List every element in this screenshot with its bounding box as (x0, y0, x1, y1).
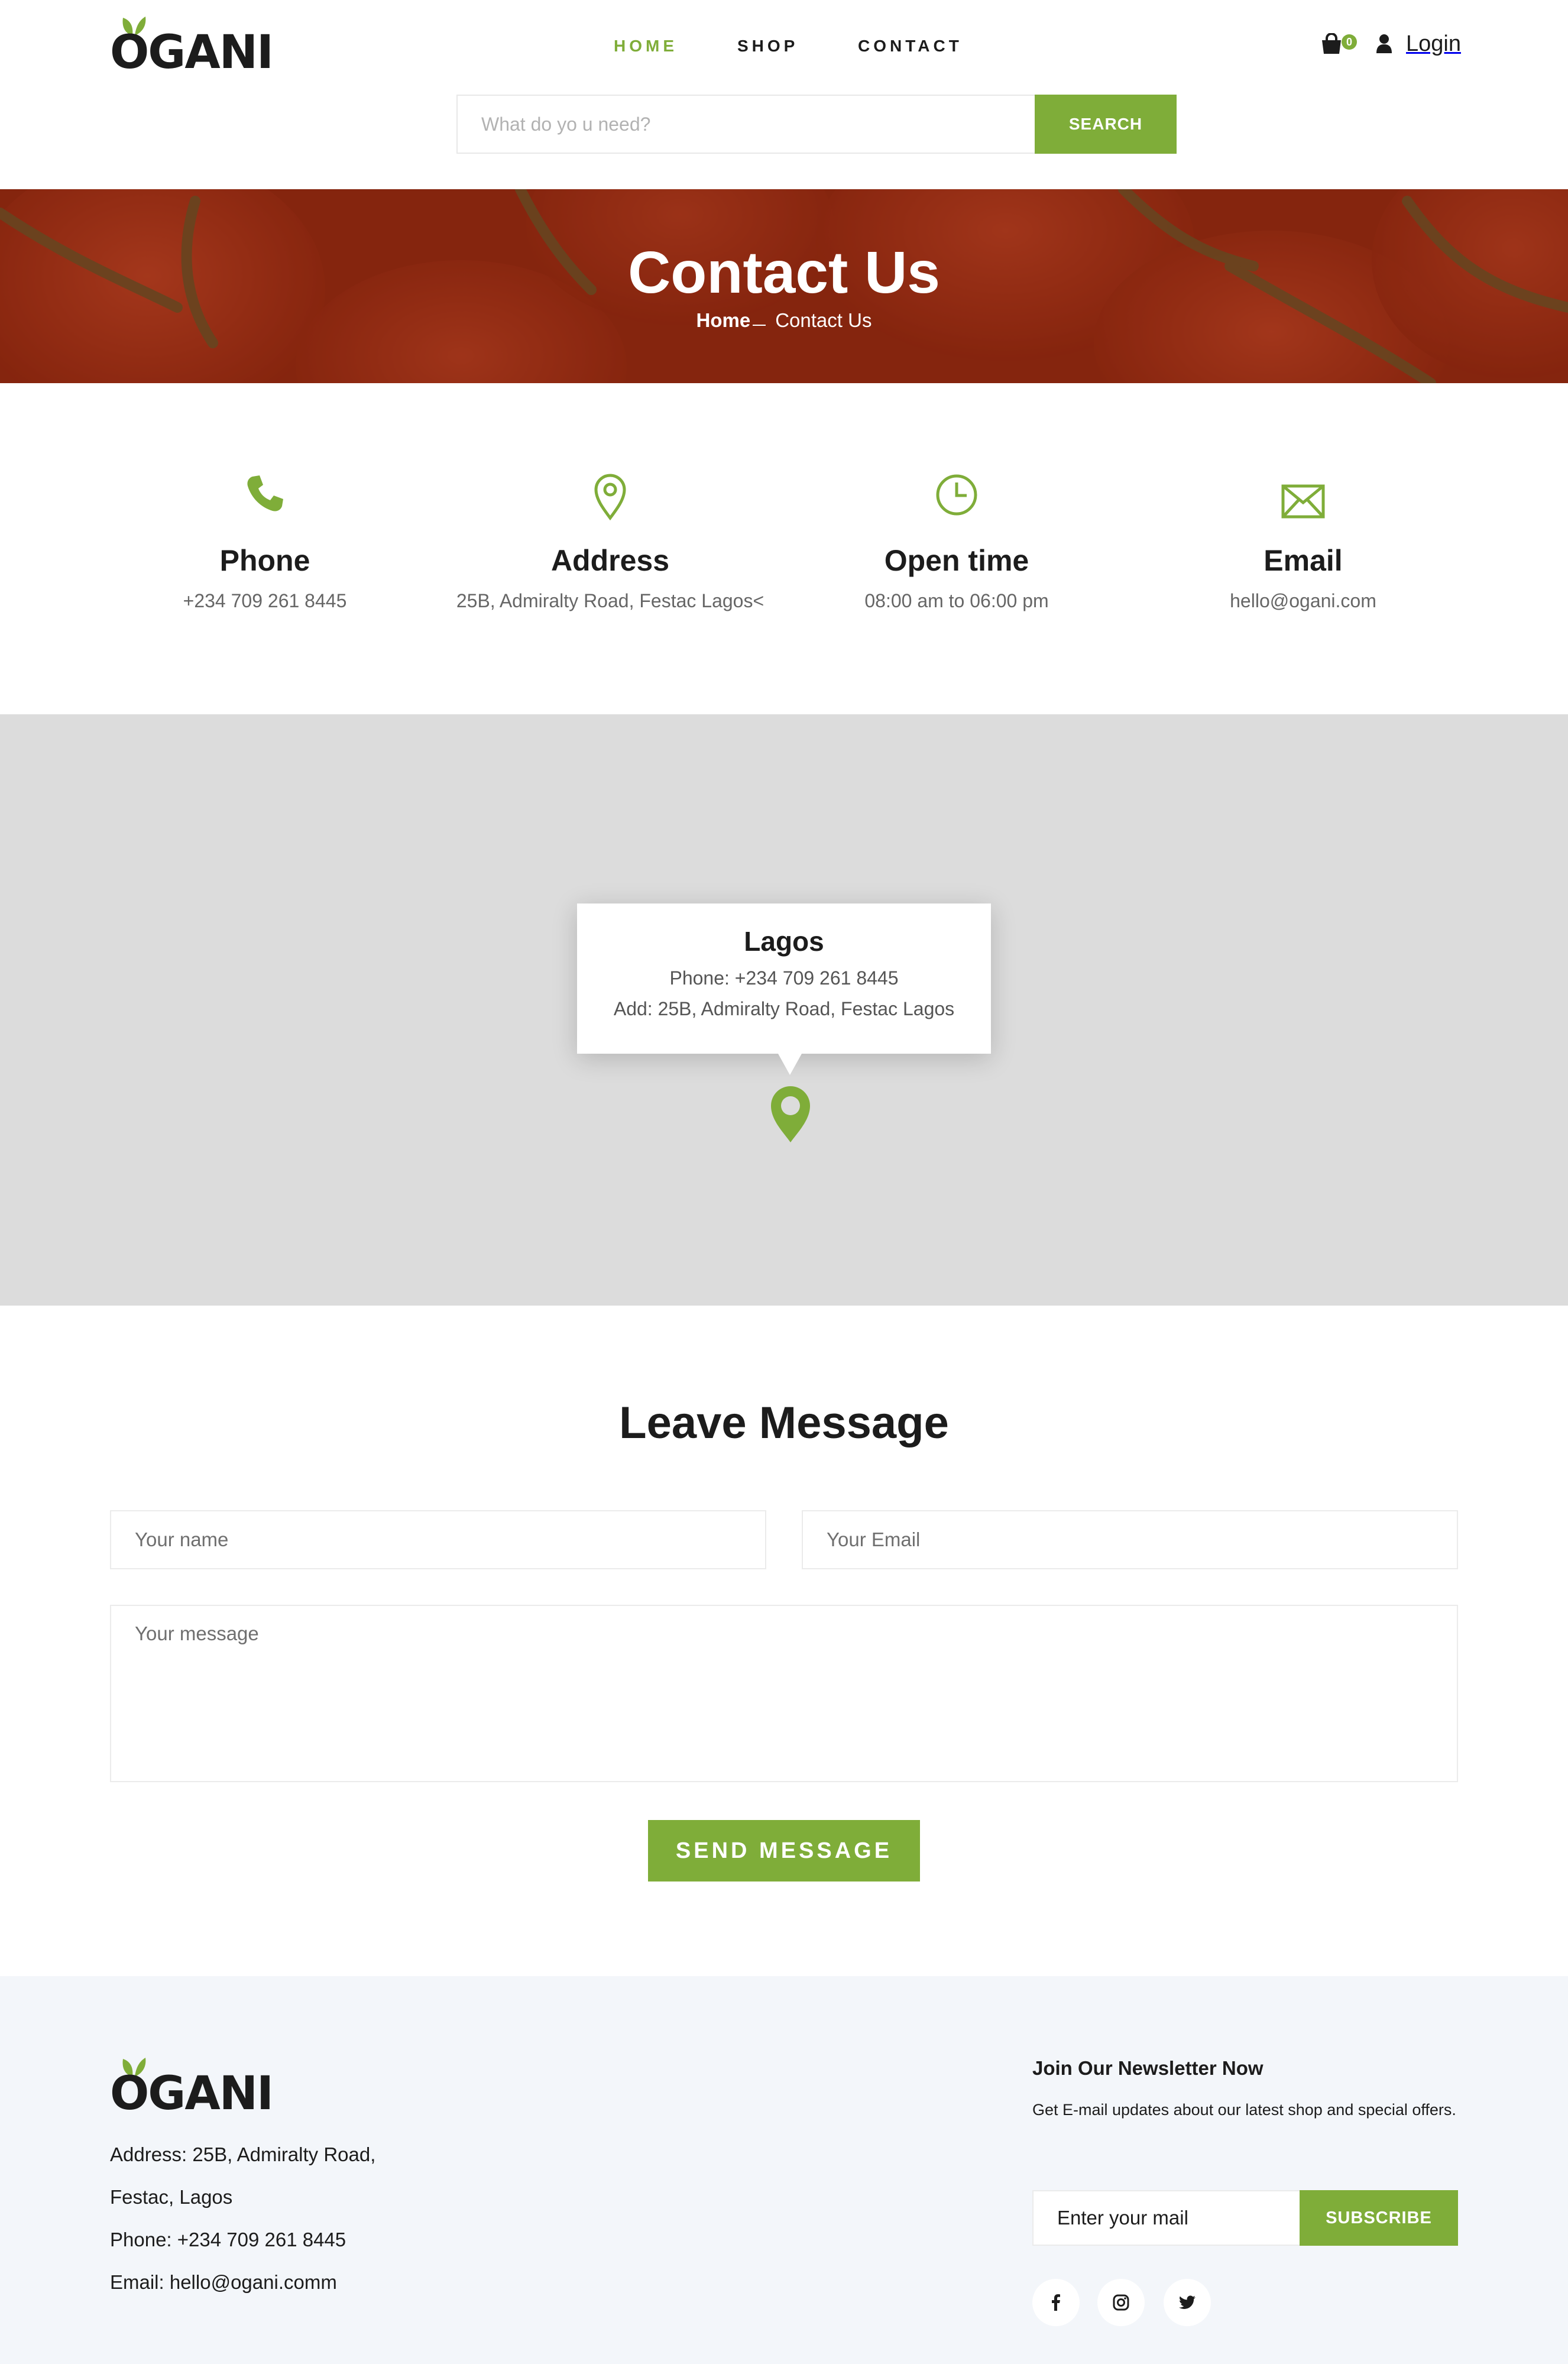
newsletter-email-input[interactable] (1032, 2190, 1302, 2246)
contact-info-value: +234 709 261 8445 (183, 590, 347, 611)
nav-item-home[interactable]: HOME (614, 34, 678, 58)
user-icon (1376, 34, 1392, 53)
breadcrumb-separator (753, 325, 766, 326)
contact-info-title: Phone (219, 544, 310, 577)
leave-message-title: Leave Message (619, 1398, 949, 1448)
site-header: OGANI HOME SHOP CONTACT 0 Login SEARCH (0, 0, 1568, 189)
contact-info-section: Phone +234 709 261 8445 Address 25B, Adm… (0, 473, 1568, 627)
send-message-button[interactable]: SEND MESSAGE (648, 1820, 920, 1882)
map-marker-icon[interactable] (770, 1086, 811, 1144)
contact-info-value: hello@ogani.com (1230, 590, 1376, 611)
page-banner: Contact Us Home Contact Us (0, 189, 1568, 383)
login-link[interactable]: Login (1376, 30, 1461, 58)
phone-icon (247, 475, 283, 511)
footer-address-line-2: Festac, Lagos (110, 2186, 233, 2208)
envelope-icon (1281, 484, 1325, 519)
map[interactable]: Lagos Phone: +234 709 261 8445 Add: 25B,… (0, 714, 1568, 1306)
page-title: Contact Us (628, 239, 940, 306)
footer-phone: Phone: +234 709 261 8445 (110, 2229, 346, 2250)
search-input[interactable] (456, 95, 1036, 154)
logo-text: OGANI (110, 2067, 274, 2120)
search-button[interactable]: SEARCH (1035, 95, 1177, 154)
map-popup-phone: Phone: +234 709 261 8445 (669, 967, 899, 989)
search-bar: SEARCH (456, 95, 1177, 154)
nav-item-shop[interactable]: SHOP (737, 34, 798, 58)
instagram-link[interactable] (1097, 2279, 1145, 2326)
clock-icon (936, 474, 977, 516)
contact-info-title: Email (1264, 544, 1343, 577)
breadcrumb-home[interactable]: Home (696, 309, 751, 331)
footer-address-line-1: Address: 25B, Admiralty Road, (110, 2143, 376, 2165)
twitter-icon (1179, 2295, 1196, 2309)
breadcrumb: Home Contact Us (0, 309, 1568, 332)
cart-button[interactable]: 0 (1320, 31, 1358, 57)
map-popup-address: Add: 25B, Admiralty Road, Festac Lagos (613, 998, 955, 1019)
name-field[interactable] (110, 1510, 766, 1569)
subscribe-button[interactable]: SUBSCRIBE (1300, 2190, 1458, 2246)
instagram-icon (1113, 2294, 1129, 2311)
contact-info-value: 25B, Admiralty Road, Festac Lagos< (456, 590, 764, 611)
facebook-link[interactable] (1032, 2279, 1080, 2326)
contact-info-title: Open time (884, 544, 1029, 577)
map-pin-icon (594, 474, 626, 520)
contact-info-value: 08:00 am to 06:00 pm (864, 590, 1049, 611)
breadcrumb-current: Contact Us (775, 309, 872, 331)
map-popup-title: Lagos (744, 926, 824, 957)
nav-item-contact[interactable]: CONTACT (858, 34, 963, 58)
cart-count-badge: 0 (1342, 34, 1357, 50)
facebook-icon (1052, 2294, 1060, 2311)
shopping-bag-icon (1322, 33, 1341, 54)
map-info-popup: Lagos Phone: +234 709 261 8445 Add: 25B,… (577, 903, 991, 1075)
footer-logo[interactable]: OGANI (110, 2057, 274, 2120)
newsletter-text: Get E-mail updates about our latest shop… (1032, 2101, 1456, 2119)
email-field[interactable] (802, 1510, 1458, 1569)
contact-info-title: Address (550, 544, 670, 577)
login-label: Login (1406, 31, 1461, 56)
message-field[interactable] (110, 1605, 1458, 1782)
site-footer: OGANI Address: 25B, Admiralty Road, Fest… (0, 1976, 1568, 2364)
footer-email: Email: hello@ogani.comm (110, 2271, 337, 2293)
newsletter-title: Join Our Newsletter Now (1032, 2057, 1264, 2079)
twitter-link[interactable] (1164, 2279, 1211, 2326)
